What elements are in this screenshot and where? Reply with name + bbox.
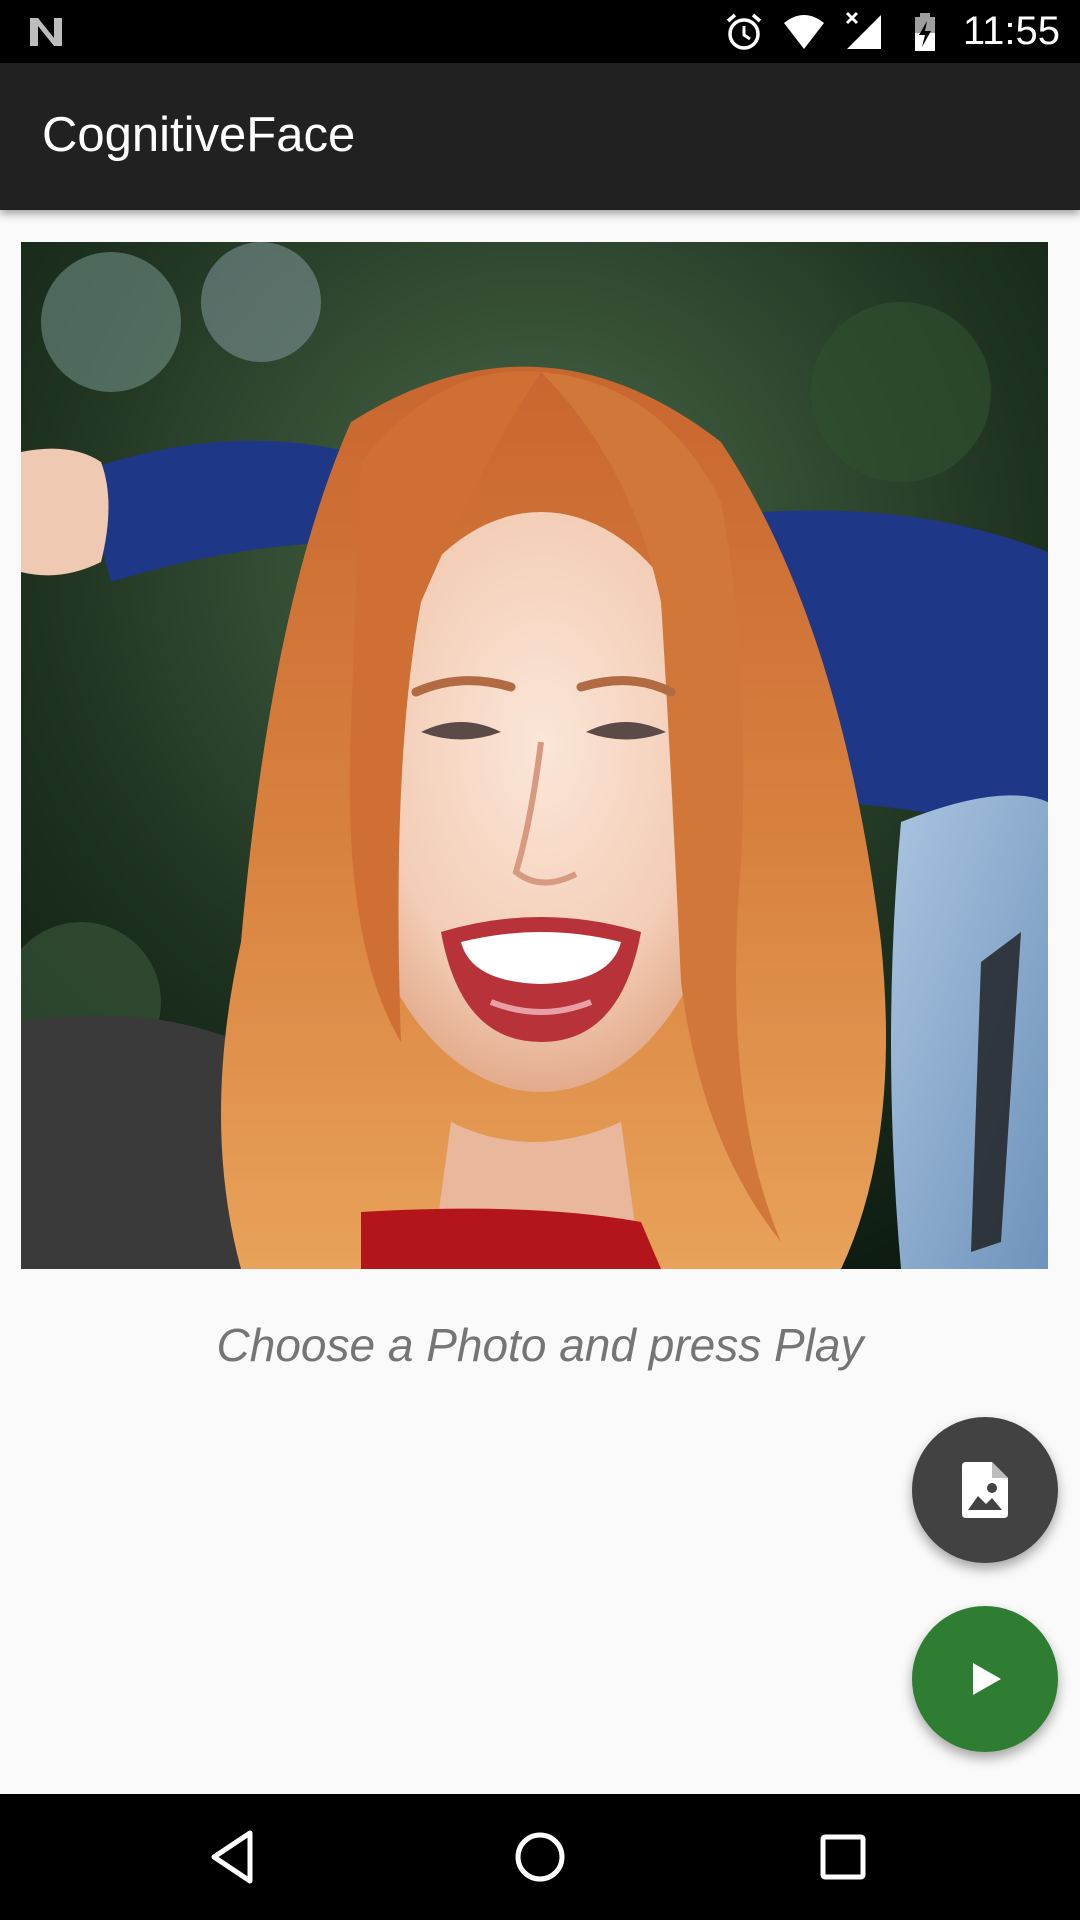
wifi-icon	[783, 14, 824, 49]
status-icons: 11:55	[723, 0, 1060, 63]
n-logo-icon	[26, 12, 66, 52]
alarm-icon	[726, 13, 761, 50]
play-icon	[973, 1663, 1001, 1695]
battery-charging-icon	[914, 12, 935, 51]
signal-no-data-icon	[845, 11, 881, 49]
selected-photo[interactable]	[21, 242, 1048, 1269]
app-bar: CognitiveFace	[0, 63, 1080, 210]
screen: 11:55 CognitiveFace Choose a Photo and p…	[0, 0, 1080, 1920]
hint-text: Choose a Photo and press Play	[216, 1319, 864, 1371]
status-bar: 11:55	[0, 0, 1080, 63]
status-time: 11:55	[962, 9, 1060, 53]
play-button[interactable]	[912, 1606, 1058, 1752]
navigation-bar	[0, 1794, 1080, 1920]
recents-icon[interactable]	[813, 1827, 873, 1887]
choose-photo-button[interactable]	[912, 1417, 1058, 1563]
home-icon[interactable]	[510, 1827, 570, 1887]
image-file-icon	[962, 1462, 1008, 1518]
app-title: CognitiveFace	[42, 108, 356, 162]
back-icon[interactable]	[206, 1827, 266, 1887]
photo-image	[21, 242, 1048, 1269]
